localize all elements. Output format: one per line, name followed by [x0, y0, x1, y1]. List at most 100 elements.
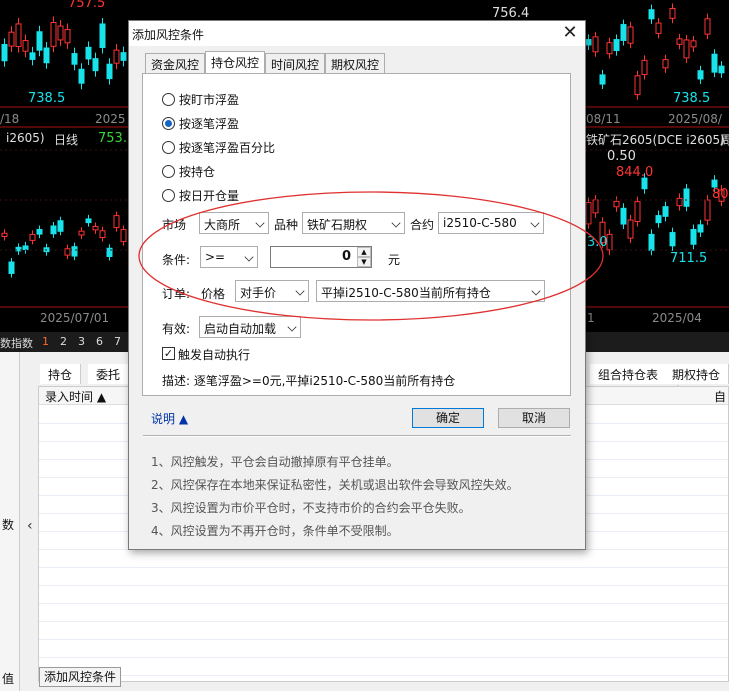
candle — [711, 53, 718, 73]
candle — [120, 229, 127, 243]
candle — [78, 68, 85, 84]
candle — [78, 230, 85, 236]
auto-execute-checkbox[interactable]: ✓ — [162, 347, 175, 360]
candle — [662, 59, 669, 69]
cancel-button[interactable]: 取消 — [498, 408, 570, 428]
left-cut-label: 值 — [2, 672, 15, 686]
radio-circle-icon[interactable] — [162, 92, 175, 106]
page-tab-2[interactable]: 2 — [60, 335, 67, 348]
chevron-down-icon — [295, 286, 305, 296]
candle — [64, 28, 71, 44]
candle — [585, 202, 592, 225]
candle — [676, 38, 683, 45]
candle — [36, 31, 43, 51]
collapse-chevron-icon[interactable]: ‹ — [27, 518, 33, 534]
candle — [22, 40, 29, 52]
candle — [22, 245, 29, 251]
order-action-select[interactable]: 平掉i2510-C-580当前所有持仓 — [316, 280, 545, 302]
tab-orders[interactable]: 委托 — [88, 364, 130, 384]
radio-daily-open[interactable]: 按日开仓量 — [162, 186, 239, 204]
price-type-select[interactable]: 对手价 — [235, 280, 309, 302]
tab-time-risk[interactable]: 时间风控 — [265, 53, 325, 73]
price-label: 价格 — [201, 287, 226, 301]
dialog-titlebar: 添加风控条件 ✕ — [129, 21, 585, 46]
dialog-title: 添加风控条件 — [132, 28, 205, 42]
note-item: 1、风控触发，平仓会自动撤掉原有平仓挂单。 — [151, 455, 399, 469]
symbol-label: i2605) — [6, 131, 45, 145]
radio-by-position[interactable]: 按持仓 — [162, 162, 215, 180]
radio-label: 按逐笔浮盈百分比 — [179, 140, 276, 155]
add-risk-condition-button[interactable]: 添加风控条件 — [39, 667, 121, 687]
candle — [99, 23, 106, 49]
radio-per-trade-percent[interactable]: 按逐笔浮盈百分比 — [162, 138, 275, 156]
price-label: 756.4 — [492, 6, 530, 21]
candle — [697, 224, 704, 233]
radio-circle-icon[interactable] — [162, 188, 175, 202]
candle — [613, 200, 620, 208]
candle — [718, 65, 725, 74]
explain-toggle-link[interactable]: 说明 ▲ — [151, 410, 188, 427]
contract-select[interactable]: i2510-C-580 — [438, 212, 544, 234]
radio-mark-to-market[interactable]: 按盯市浮盈 — [162, 90, 239, 108]
spin-up-icon[interactable]: ▲ — [357, 247, 371, 257]
radio-label: 按盯市浮盈 — [179, 92, 240, 107]
value-spinner[interactable]: ▲ ▼ — [357, 247, 371, 267]
chevron-down-icon — [255, 218, 265, 228]
order-label: 订单: — [162, 287, 191, 301]
period-label: 周 — [720, 133, 729, 147]
candle — [92, 226, 99, 231]
variety-select[interactable]: 铁矿石期权 — [302, 212, 405, 234]
close-icon[interactable]: ✕ — [561, 23, 579, 43]
tab-option-risk[interactable]: 期权风控 — [325, 53, 385, 73]
candle — [15, 23, 22, 48]
price-label: 80 — [712, 187, 729, 202]
page-tab-3[interactable]: 3 — [78, 335, 85, 348]
candle — [662, 206, 669, 217]
ratio-label: 0.50 — [607, 149, 636, 164]
tab-option-holdings[interactable]: 期权持仓表 — [664, 364, 729, 399]
radio-label: 按逐笔浮盈 — [179, 116, 240, 131]
column-entry-time[interactable]: 录入时间 ▲ — [45, 390, 106, 404]
radio-circle-icon[interactable] — [162, 164, 175, 178]
tab-position-risk[interactable]: 持仓风控 — [205, 51, 265, 74]
table-grid-line — [39, 639, 728, 640]
candle — [704, 18, 711, 35]
candle — [627, 219, 634, 239]
condition-operator-select[interactable]: >= — [200, 246, 258, 268]
page-tab-1[interactable]: 1 — [42, 335, 49, 348]
ok-button[interactable]: 确定 — [412, 408, 484, 428]
candle — [1, 44, 8, 62]
candle — [85, 46, 92, 60]
candle — [711, 179, 718, 188]
auto-execute-label: 触发自动执行 — [178, 348, 251, 362]
variety-value: 铁矿石期权 — [307, 218, 368, 232]
column-cut[interactable]: 自 — [714, 388, 726, 405]
unit-label: 元 — [388, 253, 401, 267]
market-label: 市场 — [162, 218, 187, 232]
date-label: 2025/04 — [652, 311, 702, 325]
tab-fund-risk[interactable]: 资金风控 — [145, 53, 205, 73]
candle — [648, 233, 655, 251]
divider — [143, 435, 571, 437]
chevron-down-icon — [391, 218, 401, 228]
price-label: 757.5 — [68, 0, 106, 11]
candle — [106, 247, 113, 258]
candle — [29, 233, 36, 241]
tab-holdings[interactable]: 持仓 — [40, 364, 82, 384]
candle — [71, 246, 78, 257]
valid-mode-select[interactable]: 启动自动加载 — [199, 316, 301, 338]
radio-circle-icon[interactable] — [162, 140, 175, 154]
radio-per-trade-pnl[interactable]: 按逐笔浮盈 — [162, 114, 239, 132]
radio-checked-icon[interactable] — [162, 116, 175, 130]
candle — [613, 39, 620, 52]
page-tab-7[interactable]: 7 — [114, 335, 121, 348]
chevron-down-icon — [287, 322, 297, 332]
tab-combo-holdings[interactable]: 组合持仓表 — [590, 364, 668, 384]
candle — [113, 49, 120, 64]
order-action-value: 平掉i2510-C-580当前所有持仓 — [321, 286, 491, 300]
market-select[interactable]: 大商所 — [199, 212, 269, 234]
spin-down-icon[interactable]: ▼ — [357, 257, 371, 267]
page-tab-6[interactable]: 6 — [96, 335, 103, 348]
candle — [648, 9, 655, 20]
valid-mode-value: 启动自动加载 — [204, 322, 277, 336]
